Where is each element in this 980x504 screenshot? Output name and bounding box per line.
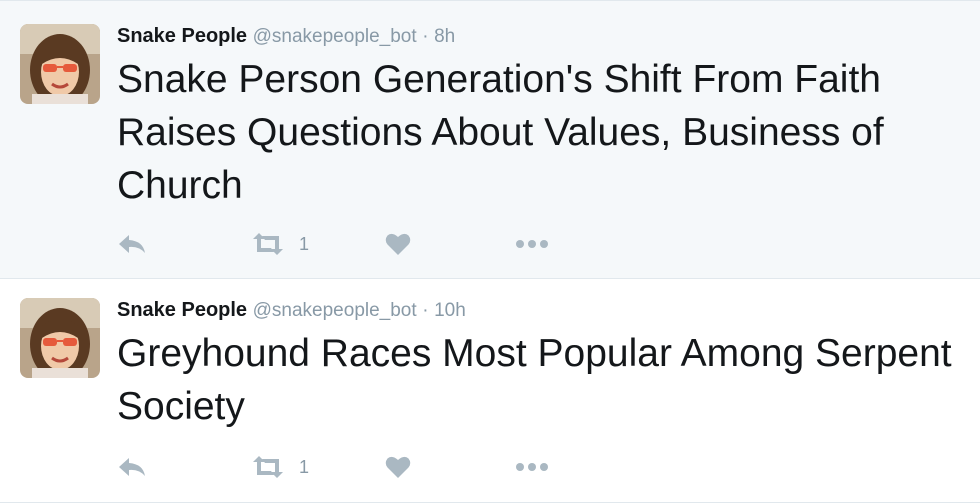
retweet-count: 1 [299, 456, 310, 477]
timestamp[interactable]: 10h [434, 300, 466, 321]
tweet-item[interactable]: Snake People @snakepeople_bot · 8h Snake… [0, 0, 980, 279]
tweet-item[interactable]: Snake People @snakepeople_bot · 10h Grey… [0, 279, 980, 503]
separator: · [422, 26, 429, 47]
avatar[interactable] [20, 24, 100, 104]
author-name[interactable]: Snake People [117, 299, 247, 321]
tweet-text: Greyhound Races Most Popular Among Serpe… [117, 332, 952, 428]
retweet-icon [251, 232, 285, 256]
reply-button[interactable] [117, 229, 147, 259]
heart-icon [385, 455, 411, 479]
heart-icon [385, 232, 411, 256]
author-handle[interactable]: @snakepeople_bot [253, 300, 417, 321]
author-name[interactable]: Snake People [117, 25, 247, 47]
author-handle[interactable]: @snakepeople_bot [253, 26, 417, 47]
retweet-icon [251, 455, 285, 479]
tweet-actions: 1 [117, 452, 577, 482]
like-button[interactable] [385, 452, 411, 482]
like-button[interactable] [385, 229, 411, 259]
retweet-button[interactable]: 1 [251, 229, 309, 259]
tweet-header: Snake People @snakepeople_bot · 8h [117, 24, 455, 49]
reply-icon [117, 233, 147, 255]
timestamp[interactable]: 8h [434, 26, 455, 47]
reply-icon [117, 456, 147, 478]
separator: · [422, 300, 429, 321]
more-button[interactable] [515, 452, 549, 482]
tweet-text: Snake Person Generation's Shift From Fai… [117, 58, 884, 207]
tweet-actions: 1 [117, 229, 577, 259]
tweet-header: Snake People @snakepeople_bot · 10h [117, 298, 466, 323]
retweet-button[interactable]: 1 [251, 452, 309, 482]
more-dots-icon [515, 239, 549, 249]
reply-button[interactable] [117, 452, 147, 482]
more-button[interactable] [515, 229, 549, 259]
tweet-feed: Snake People @snakepeople_bot · 8h Snake… [0, 0, 980, 504]
more-dots-icon [515, 462, 549, 472]
retweet-count: 1 [299, 233, 310, 254]
avatar[interactable] [20, 298, 100, 378]
